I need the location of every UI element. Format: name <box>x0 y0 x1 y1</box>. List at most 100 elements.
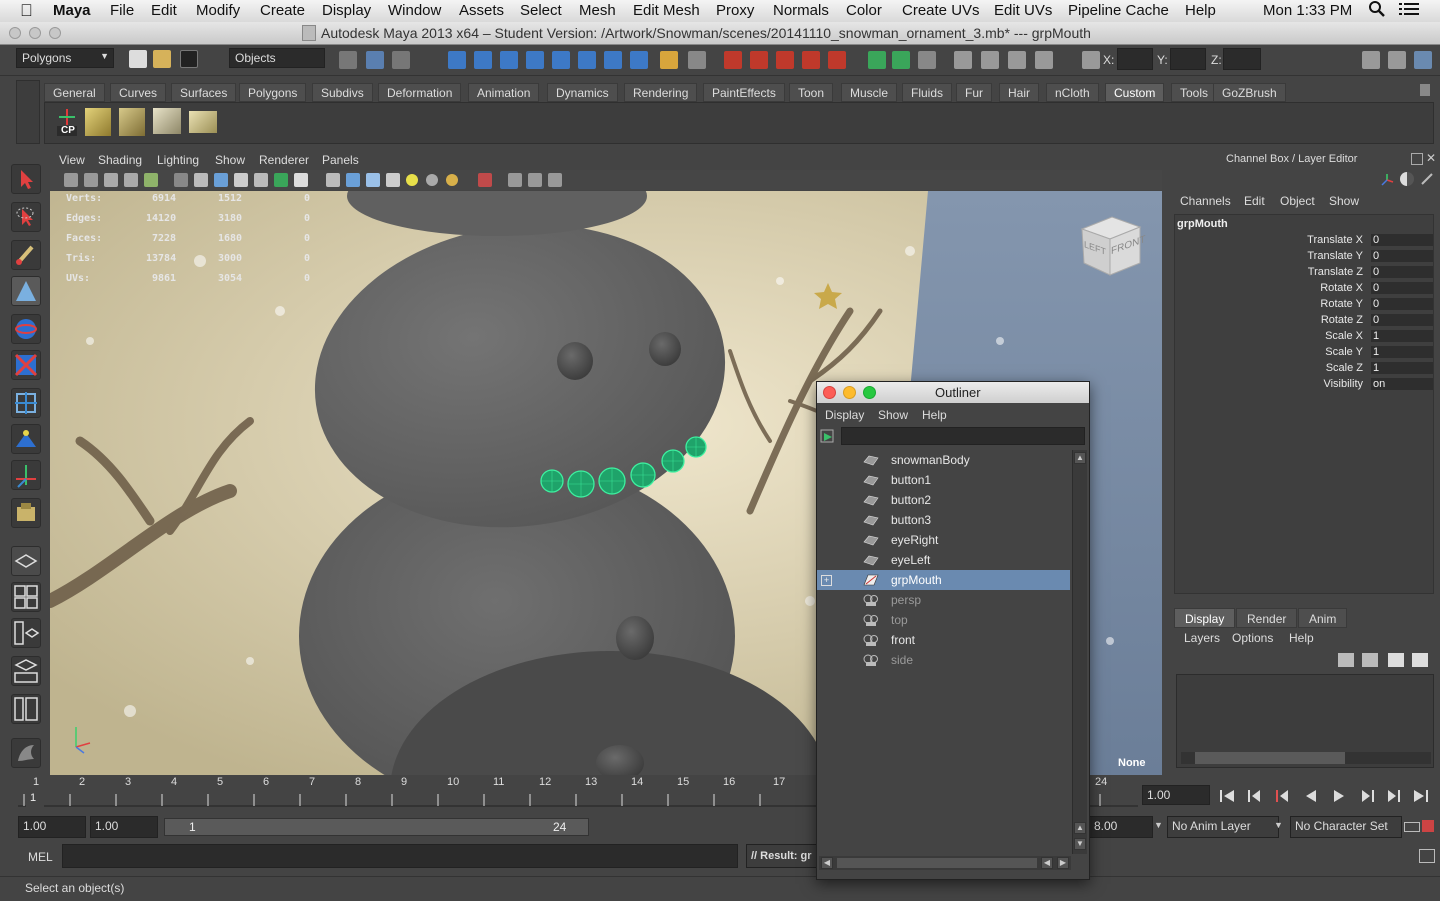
spotlight-search-icon[interactable] <box>1368 0 1386 22</box>
viewport-menu-shading[interactable]: Shading <box>98 153 142 167</box>
snap-grid-icon[interactable] <box>448 51 466 69</box>
animation-start-field[interactable]: 1.00 <box>18 816 86 838</box>
attr-translate-x[interactable]: Translate X 0 <box>1175 234 1433 250</box>
image-plane-icon[interactable] <box>124 173 138 187</box>
attr-value[interactable]: 0 <box>1371 314 1433 326</box>
character-set-dropdown[interactable]: No Character Set <box>1290 816 1402 838</box>
shelf-tab-general[interactable]: General <box>44 83 105 102</box>
attr-value[interactable]: 1 <box>1371 330 1433 342</box>
z-field[interactable] <box>1223 48 1261 70</box>
x-field[interactable] <box>1117 48 1153 70</box>
attr-translate-y[interactable]: Translate Y 0 <box>1175 250 1433 266</box>
camera-attributes-icon[interactable] <box>84 173 98 187</box>
layer-horizontal-scrollbar[interactable] <box>1181 752 1431 764</box>
script-editor-icon[interactable] <box>1419 849 1435 863</box>
shelf-options-handle[interactable] <box>16 80 40 144</box>
hypershade-layout-icon[interactable] <box>11 694 41 724</box>
render-view-icon[interactable] <box>828 51 846 69</box>
shelf-tab-gozbrush[interactable]: GoZBrush <box>1213 83 1286 102</box>
menu-modify[interactable]: Modify <box>196 2 240 19</box>
wireframe-on-shaded-icon[interactable] <box>366 173 380 187</box>
scroll-down-arrow-icon[interactable]: ▲ <box>1074 822 1086 834</box>
rotate-tool-icon[interactable] <box>11 314 41 344</box>
channel-box-axis-icon[interactable] <box>1380 173 1394 187</box>
snap-point-icon[interactable] <box>500 51 518 69</box>
layer-tab-render[interactable]: Render <box>1236 608 1298 628</box>
menu-edit-uvs[interactable]: Edit UVs <box>994 2 1052 19</box>
outliner-item-grpmouth[interactable]: + grpMouth <box>817 570 1070 590</box>
shelf-cp-button[interactable]: CP <box>53 107 81 137</box>
outliner-menu-display[interactable]: Display <box>825 408 864 422</box>
shelf-tab-muscle[interactable]: Muscle <box>841 83 898 102</box>
hardware-texturing-icon[interactable] <box>446 174 458 186</box>
playback-start-field[interactable]: 1.00 <box>90 816 158 838</box>
safe-action-icon[interactable] <box>274 173 288 187</box>
make-live-icon[interactable] <box>552 51 570 69</box>
animation-end-field[interactable]: 8.00 <box>1089 816 1153 838</box>
layer-menu-help[interactable]: Help <box>1289 631 1314 645</box>
viewport-menu-lighting[interactable]: Lighting <box>157 153 199 167</box>
anim-layer-dropdown[interactable]: No Anim Layer <box>1167 816 1279 838</box>
open-scene-icon[interactable] <box>153 50 171 68</box>
expand-plus-icon[interactable]: + <box>821 575 832 586</box>
outliner-item-top[interactable]: top <box>817 610 1070 630</box>
anim-layer-chevron-icon[interactable]: ▼ <box>1154 820 1163 830</box>
move-layer-down-icon[interactable] <box>1362 653 1378 667</box>
scale-tool-icon[interactable] <box>11 350 41 380</box>
snap-view-plane-icon[interactable] <box>526 51 544 69</box>
viewcube[interactable]: LEFT FRONT <box>1078 213 1145 279</box>
shelf-tab-fur[interactable]: Fur <box>956 83 992 102</box>
tool-settings-icon[interactable] <box>954 51 972 69</box>
app-menu[interactable]: Maya <box>53 2 91 19</box>
menu-edit-mesh[interactable]: Edit Mesh <box>633 2 700 19</box>
attr-rotate-x[interactable]: Rotate X 0 <box>1175 282 1433 298</box>
menu-normals[interactable]: Normals <box>773 2 829 19</box>
field-chart-icon[interactable] <box>254 173 268 187</box>
select-by-hierarchy-icon[interactable] <box>339 51 357 69</box>
menu-pipeline-cache[interactable]: Pipeline Cache <box>1068 2 1169 19</box>
new-layer-selected-icon[interactable] <box>1412 653 1428 667</box>
shelf-tab-dynamics[interactable]: Dynamics <box>547 83 618 102</box>
resolution-gate-icon[interactable] <box>214 173 228 187</box>
modeling-toolkit-icon[interactable] <box>1008 51 1026 69</box>
move-tool-icon[interactable] <box>11 276 41 306</box>
current-time-field[interactable]: 1.00 <box>1142 785 1210 805</box>
range-slider[interactable]: 1 24 <box>164 818 589 836</box>
select-highlight-icon[interactable] <box>688 51 706 69</box>
xray-icon[interactable] <box>528 173 542 187</box>
smooth-shade-icon[interactable] <box>346 173 360 187</box>
isolate-select-icon[interactable] <box>508 173 522 187</box>
selection-mode-dropdown[interactable]: Objects <box>229 48 325 68</box>
shelf-tab-hair[interactable]: Hair <box>999 83 1040 102</box>
show-manipulator-tool-icon[interactable] <box>11 460 41 490</box>
trash-icon[interactable] <box>1420 84 1430 96</box>
persp-outliner-layout-icon[interactable] <box>11 618 41 648</box>
auto-key-icon[interactable] <box>1422 820 1434 832</box>
scroll-down-icon[interactable]: ▼ <box>1074 838 1086 850</box>
xray-joints-icon[interactable] <box>548 173 562 187</box>
button1-mesh[interactable] <box>616 616 654 660</box>
zoom-window-button[interactable] <box>49 27 61 39</box>
shelf-tab-toon[interactable]: Toon <box>789 83 834 102</box>
scroll-up-icon[interactable]: ▲ <box>1074 452 1086 464</box>
shelf-tab-tools[interactable]: Tools <box>1171 83 1218 102</box>
outliner-horizontal-scrollbar[interactable]: ◀ ◀ ▶ <box>819 856 1071 870</box>
menu-assets[interactable]: Assets <box>459 2 504 19</box>
outliner-item-eyeleft[interactable]: eyeLeft <box>817 550 1070 570</box>
attr-translate-z[interactable]: Translate Z 0 <box>1175 266 1433 282</box>
use-all-lights-icon[interactable] <box>406 174 418 186</box>
eye-right-mesh[interactable] <box>649 332 681 366</box>
mel-input[interactable] <box>62 844 738 868</box>
attr-scale-y[interactable]: Scale Y 1 <box>1175 346 1433 362</box>
grid-toggle-icon[interactable] <box>174 173 188 187</box>
outliner-search-field[interactable] <box>841 427 1085 445</box>
scrollbar-thumb[interactable] <box>837 858 1037 868</box>
last-tool-used-icon[interactable] <box>11 498 41 528</box>
outliner-vertical-scrollbar[interactable]: ▲ ▲ ▼ <box>1072 450 1087 854</box>
two-d-pan-zoom-icon[interactable] <box>144 173 158 187</box>
layer-menu-layers[interactable]: Layers <box>1184 631 1220 645</box>
history-icon[interactable] <box>604 51 622 69</box>
soft-modification-tool-icon[interactable] <box>11 424 41 454</box>
move-layer-up-icon[interactable] <box>1338 653 1354 667</box>
apple-menu-icon[interactable]:  <box>20 1 33 21</box>
